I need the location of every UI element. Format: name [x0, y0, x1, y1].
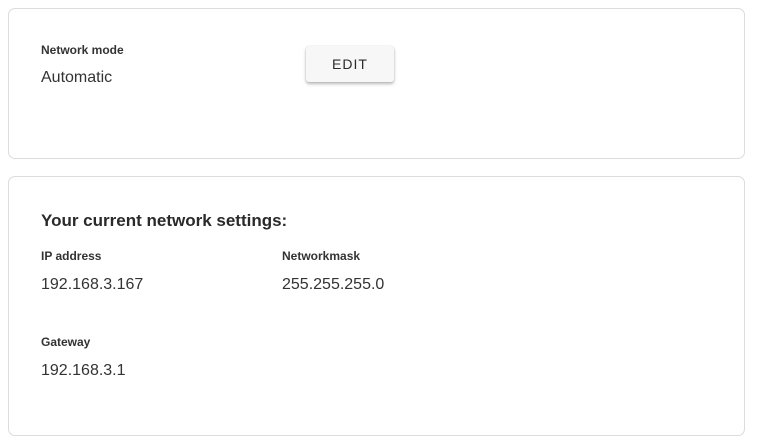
gateway-label: Gateway [41, 335, 91, 349]
network-mode-value: Automatic [41, 69, 113, 86]
network-mode-card: Network mode Automatic EDIT [8, 8, 745, 159]
network-settings-card: Your current network settings: IP addres… [8, 176, 745, 436]
ip-address-value: 192.168.3.167 [41, 276, 144, 293]
network-mode-label: Network mode [41, 43, 124, 57]
ip-address-label: IP address [41, 249, 102, 263]
gateway-value: 192.168.3.1 [41, 362, 126, 379]
network-mask-label: Networkmask [282, 249, 361, 263]
network-settings-heading: Your current network settings: [41, 211, 288, 230]
edit-button[interactable]: EDIT [306, 46, 394, 82]
network-mask-value: 255.255.255.0 [282, 276, 385, 293]
